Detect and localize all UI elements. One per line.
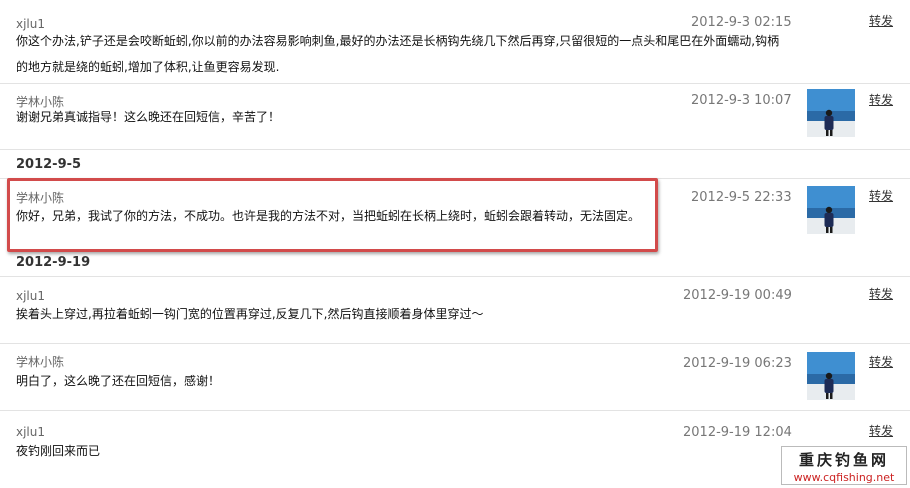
message-text-line: 谢谢兄弟真诚指导！这么晚还在回短信，辛苦了！ [16,110,281,124]
date-header: 2012-9-19 [16,255,91,270]
avatar[interactable] [807,89,855,137]
site-watermark-logo: 重庆钓鱼网 www.cqfishing.net [781,446,907,485]
forward-link[interactable]: 转发 [869,12,893,29]
message-item: 学林小陈 2012-9-5 22:33 转发 你好，兄弟，我试了你的方法，不成功… [0,179,910,247]
message-item: xjlu1 2012-9-3 02:15 转发 你这个办法,铲子还是会咬断蚯蚓,… [0,6,910,84]
message-text: 挨着头上穿过,再拉着蚯蚓一钩门宽的位置再穿过,反复几下,然后钩直接顺着身体里穿过… [16,303,806,325]
user-avatar-photo-icon [807,186,855,234]
message-item: 学林小陈 2012-9-19 06:23 转发 明白了，这么晚了还在回短信，感谢… [0,344,910,411]
message-text-line: 夜钓刚回来而已 [16,444,101,458]
forward-link[interactable]: 转发 [869,285,893,302]
message-time: 2012-9-3 02:15 [691,15,792,30]
message-author[interactable]: xjlu1 [16,425,45,439]
message-text-line: 的地方就是绕的蚯蚓,增加了体积,让鱼更容易发现. [16,60,280,74]
message-item: xjlu1 2012-9-19 00:49 转发 挨着头上穿过,再拉着蚯蚓一钩门… [0,277,910,344]
message-time: 2012-9-5 22:33 [691,190,792,205]
forward-link[interactable]: 转发 [869,422,893,439]
message-author[interactable]: xjlu1 [16,289,45,303]
message-text: 明白了，这么晚了还在回短信，感谢！ [16,370,806,392]
watermark-title: 重庆钓鱼网 [798,451,889,469]
avatar[interactable] [807,186,855,234]
forward-link[interactable]: 转发 [869,91,893,108]
user-avatar-photo-icon [807,89,855,137]
message-text-line: 你这个办法,铲子还是会咬断蚯蚓,你以前的办法容易影响刺鱼,最好的办法还是长柄钩先… [16,34,780,48]
forward-link[interactable]: 转发 [869,187,893,204]
message-author[interactable]: 学林小陈 [16,189,64,206]
message-time: 2012-9-19 00:49 [683,288,792,303]
message-text: 谢谢兄弟真诚指导！这么晚还在回短信，辛苦了！ [16,106,806,128]
message-item: 学林小陈 2012-9-3 10:07 转发 谢谢兄弟真诚指导！这么晚还在回短信… [0,84,910,150]
message-time: 2012-9-19 06:23 [683,356,792,371]
message-text-line: 你好，兄弟，我试了你的方法，不成功。也许是我的方法不对，当把蚯蚓在长柄上绕时，蚯… [16,209,641,223]
date-header: 2012-9-5 [16,157,82,172]
message-text: 你好，兄弟，我试了你的方法，不成功。也许是我的方法不对，当把蚯蚓在长柄上绕时，蚯… [16,205,806,227]
message-text: 你这个办法,铲子还是会咬断蚯蚓,你以前的办法容易影响刺鱼,最好的办法还是长柄钩先… [16,30,806,78]
avatar[interactable] [807,352,855,400]
message-time: 2012-9-19 12:04 [683,425,792,440]
message-item: xjlu1 2012-9-19 12:04 转发 夜钓刚回来而已 [0,411,910,488]
watermark-url: www.cqfishing.net [793,471,895,484]
message-text-line: 挨着头上穿过,再拉着蚯蚓一钩门宽的位置再穿过,反复几下,然后钩直接顺着身体里穿过… [16,307,484,321]
user-avatar-photo-icon [807,352,855,400]
forward-link[interactable]: 转发 [869,353,893,370]
message-author[interactable]: xjlu1 [16,17,45,31]
message-text: 夜钓刚回来而已 [16,440,806,462]
message-author[interactable]: 学林小陈 [16,353,64,370]
message-text-line: 明白了，这么晚了还在回短信，感谢！ [16,374,221,388]
